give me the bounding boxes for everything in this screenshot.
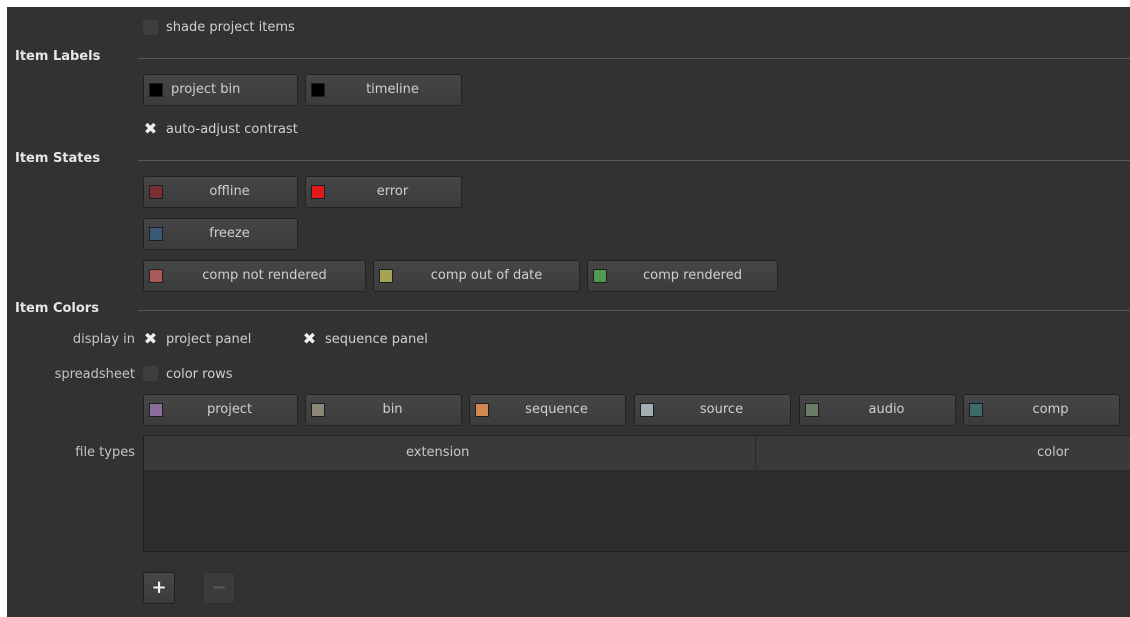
project-label: project: [206, 402, 253, 417]
project-panel-checkbox[interactable]: ✖: [143, 331, 158, 347]
sequence-label: sequence: [525, 402, 588, 417]
color-swatch: [311, 185, 325, 199]
color-swatch: [969, 403, 983, 417]
color-rows-label: color rows: [166, 367, 233, 382]
color-swatch: [475, 403, 489, 417]
sequence-panel-checkbox[interactable]: ✖: [302, 331, 317, 347]
auto-adjust-contrast-label: auto-adjust contrast: [166, 122, 298, 137]
item-labels-title: Item Labels: [15, 49, 101, 64]
timeline-color-button[interactable]: timeline: [305, 74, 462, 106]
freeze-label: freeze: [209, 226, 250, 241]
column-separator[interactable]: [755, 436, 756, 470]
freeze-color-button[interactable]: freeze: [143, 218, 298, 250]
project-color-button[interactable]: project: [143, 394, 298, 426]
color-swatch: [311, 403, 325, 417]
item-colors-section: Item Colors: [7, 301, 1130, 319]
display-in-label: display in: [72, 332, 135, 347]
project-bin-label: project bin: [171, 82, 241, 97]
item-states-title: Item States: [15, 151, 101, 166]
source-label: source: [699, 402, 744, 417]
comp-rendered-color-button[interactable]: comp rendered: [587, 260, 778, 292]
file-types-table[interactable]: extension color: [143, 435, 1130, 552]
audio-label: audio: [868, 402, 905, 417]
audio-color-button[interactable]: audio: [799, 394, 956, 426]
color-swatch: [311, 83, 325, 97]
color-swatch: [640, 403, 654, 417]
sequence-color-button[interactable]: sequence: [469, 394, 626, 426]
project-panel-label: project panel: [166, 332, 252, 347]
bin-color-button[interactable]: bin: [305, 394, 462, 426]
divider: [138, 310, 1130, 311]
color-swatch: [149, 83, 163, 97]
comp-out-of-date-color-button[interactable]: comp out of date: [373, 260, 580, 292]
color-swatch: [149, 227, 163, 241]
bin-label: bin: [382, 402, 403, 417]
color-swatch: [379, 269, 393, 283]
comp-label: comp: [1032, 402, 1069, 417]
color-swatch: [805, 403, 819, 417]
item-states-section: Item States: [7, 151, 1130, 169]
error-label: error: [376, 184, 409, 199]
shade-project-items-label: shade project items: [166, 20, 295, 35]
auto-adjust-contrast-checkbox[interactable]: ✖: [143, 121, 158, 137]
add-file-type-button[interactable]: +: [143, 572, 175, 604]
comp-not-rendered-label: comp not rendered: [202, 268, 327, 283]
error-color-button[interactable]: error: [305, 176, 462, 208]
project-bin-color-button[interactable]: project bin: [143, 74, 298, 106]
color-swatch: [149, 269, 163, 283]
item-labels-section: Item Labels: [7, 49, 1130, 67]
spreadsheet-label: spreadsheet: [54, 367, 135, 382]
color-swatch: [149, 185, 163, 199]
preferences-panel: shade project items Item Labels project …: [7, 7, 1130, 617]
sequence-panel-label: sequence panel: [325, 332, 428, 347]
divider: [138, 58, 1130, 59]
remove-file-type-button[interactable]: −: [203, 572, 235, 604]
color-swatch: [149, 403, 163, 417]
offline-label: offline: [209, 184, 250, 199]
divider: [138, 160, 1130, 161]
column-header-color[interactable]: color: [1037, 445, 1069, 460]
comp-rendered-label: comp rendered: [642, 268, 742, 283]
comp-not-rendered-color-button[interactable]: comp not rendered: [143, 260, 366, 292]
comp-out-of-date-label: comp out of date: [430, 268, 543, 283]
timeline-label: timeline: [366, 82, 419, 97]
item-colors-title: Item Colors: [15, 301, 99, 316]
file-types-label: file types: [75, 445, 135, 460]
source-color-button[interactable]: source: [634, 394, 791, 426]
color-swatch: [593, 269, 607, 283]
color-rows-checkbox[interactable]: [143, 366, 158, 381]
shade-project-items-checkbox[interactable]: [143, 20, 158, 35]
comp-color-button[interactable]: comp: [963, 394, 1120, 426]
file-types-table-header: extension color: [144, 436, 1130, 471]
column-header-extension[interactable]: extension: [406, 445, 469, 460]
offline-color-button[interactable]: offline: [143, 176, 298, 208]
